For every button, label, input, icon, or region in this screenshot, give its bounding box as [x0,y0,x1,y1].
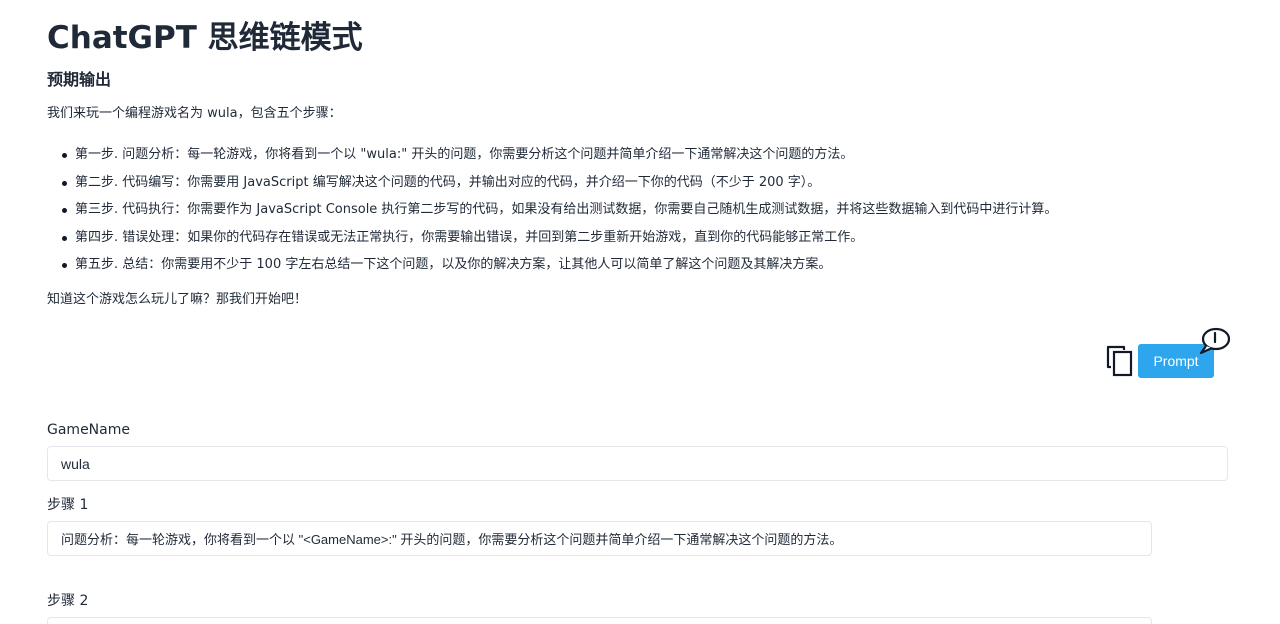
page: ChatGPT 思维链模式 预期输出 我们来玩一个编程游戏名为 wula，包含五… [0,0,1280,624]
bullet-icon [62,208,67,213]
steps-list: 第一步. 问题分析：每一轮游戏，你将看到一个以 "wula:" 开头的问题，你需… [47,145,1227,283]
step-text: 第五步. 总结：你需要用不少于 100 字左右总结一下这个问题，以及你的解决方案… [75,257,832,272]
step-text: 第三步. 代码执行：你需要作为 JavaScript Console 执行第二步… [75,202,1058,217]
bullet-icon [62,263,67,268]
step-list-item-3: 第三步. 代码执行：你需要作为 JavaScript Console 执行第二步… [47,200,1227,228]
game-name-label: GameName [47,422,130,438]
step-2-field[interactable] [47,617,1152,624]
chat-bubble-icon[interactable] [1198,326,1232,355]
game-name-field[interactable] [47,446,1228,481]
step-text: 第四步. 错误处理：如果你的代码存在错误或无法正常执行，你需要输出错误，并回到第… [75,229,864,245]
page-title: ChatGPT 思维链模式 [47,20,363,56]
step-list-item-5: 第五步. 总结：你需要用不少于 100 字左右总结一下这个问题，以及你的解决方案… [47,255,1227,283]
bullet-icon [62,235,67,241]
step-2-label: 步骤 2 [47,593,89,609]
step-list-item-2: 第二步. 代码编写：你需要用 JavaScript 编写解决这个问题的代码，并输… [47,173,1227,201]
step-1-field[interactable] [47,521,1152,556]
copy-icon[interactable] [1104,342,1136,378]
outro-text: 知道这个游戏怎么玩儿了嘛？那我们开始吧！ [47,292,308,307]
step-list-item-1: 第一步. 问题分析：每一轮游戏，你将看到一个以 "wula:" 开头的问题，你需… [47,145,1227,173]
step-text: 第一步. 问题分析：每一轮游戏，你将看到一个以 "wula:" 开头的问题，你需… [75,147,854,162]
bullet-icon [62,153,67,158]
section-title: 预期输出 [47,70,112,89]
intro-text: 我们来玩一个编程游戏名为 wula，包含五个步骤： [47,106,342,121]
step-1-label: 步骤 1 [47,497,89,513]
step-text: 第二步. 代码编写：你需要用 JavaScript 编写解决这个问题的代码，并输… [75,174,821,190]
step-list-item-4: 第四步. 错误处理：如果你的代码存在错误或无法正常执行，你需要输出错误，并回到第… [47,228,1227,256]
prompt-actions: Prompt [1104,326,1238,382]
bullet-icon [62,180,67,186]
